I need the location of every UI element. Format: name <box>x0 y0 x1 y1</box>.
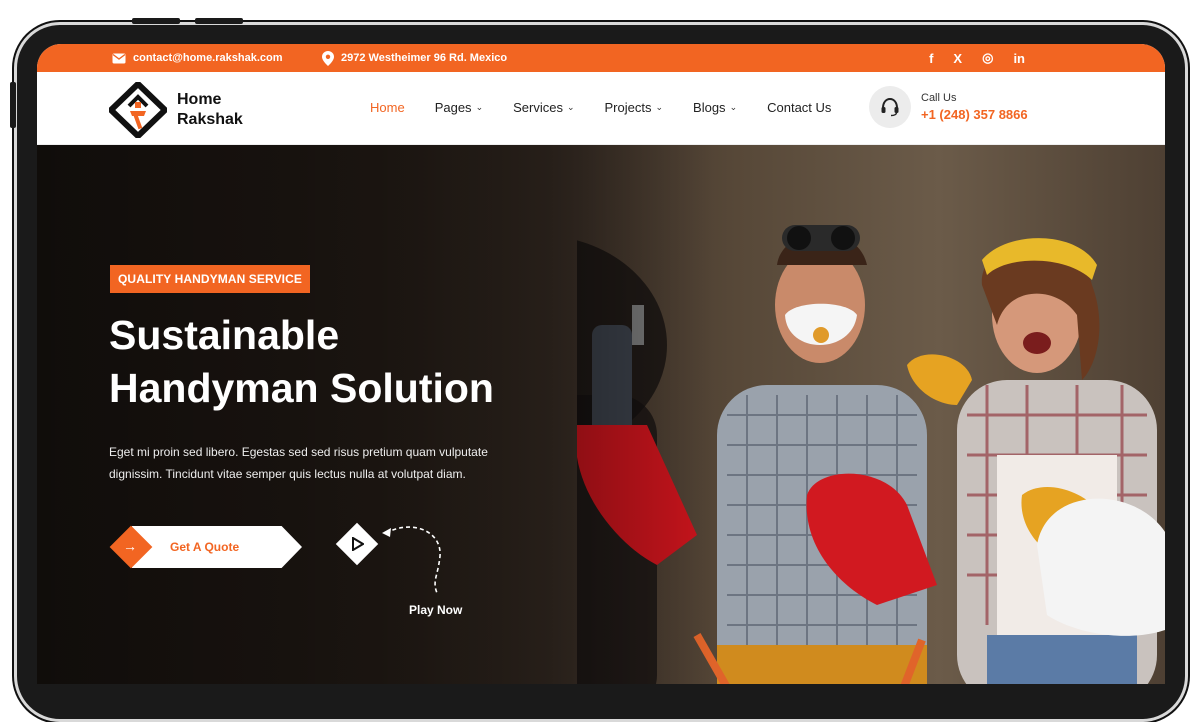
nav-item-services[interactable]: Services ⌄ <box>513 100 574 115</box>
screen: contact@home.rakshak.com 2972 Westheimer… <box>37 44 1165 684</box>
topbar-email[interactable]: contact@home.rakshak.com <box>112 52 283 64</box>
call-phone[interactable]: +1 (248) 357 8866 <box>921 107 1028 122</box>
nav-item-contact[interactable]: Contact Us <box>767 100 831 115</box>
hero-title-line-2: Handyman Solution <box>109 365 494 411</box>
hero-title: Sustainable Handyman Solution <box>109 309 609 415</box>
topbar-address[interactable]: 2972 Westheimer 96 Rd. Mexico <box>322 50 508 66</box>
chevron-down-icon: ⌄ <box>475 102 484 112</box>
hero-description: Eget mi proin sed libero. Egestas sed se… <box>109 441 529 485</box>
chevron-down-icon: ⌄ <box>566 102 575 112</box>
linkedin-icon[interactable]: in <box>1013 51 1025 66</box>
nav-label: Blogs <box>693 100 726 115</box>
hero-section: QUALITY HANDYMAN SERVICE Sustainable Han… <box>37 145 1165 684</box>
main-navbar: Home Rakshak Home Pages ⌄ Services ⌄ Proje… <box>37 72 1165 145</box>
power-button <box>10 82 16 128</box>
nav-item-projects[interactable]: Projects ⌄ <box>605 100 664 115</box>
volume-button <box>195 18 243 24</box>
top-bar: contact@home.rakshak.com 2972 Westheimer… <box>37 44 1165 72</box>
nav-label: Services <box>513 100 563 115</box>
x-icon[interactable]: X <box>953 51 962 66</box>
call-label: Call Us <box>921 92 957 104</box>
brand-line-1: Home <box>177 91 222 108</box>
chevron-down-icon: ⌄ <box>729 102 738 112</box>
headset-icon <box>869 86 911 128</box>
logo[interactable]: Home Rakshak <box>109 82 243 138</box>
curved-arrow-icon <box>382 526 441 594</box>
arrow-right-icon: → <box>123 538 137 554</box>
location-pin-icon <box>322 50 334 66</box>
quote-label: Get A Quote <box>132 526 302 568</box>
brand-line-2: Rakshak <box>177 111 243 128</box>
facebook-icon[interactable]: f <box>929 51 933 66</box>
house-hammer-logo-icon <box>109 82 167 138</box>
play-icon <box>352 537 364 551</box>
get-a-quote-button[interactable]: Get A Quote → <box>109 525 305 569</box>
nav-label: Contact Us <box>767 100 832 115</box>
hero-title-line-1: Sustainable <box>109 312 340 358</box>
nav-item-pages[interactable]: Pages ⌄ <box>435 100 483 115</box>
call-us[interactable]: Call Us +1 (248) 357 8866 <box>869 86 1028 128</box>
social-links: f X ◎ in <box>929 50 1025 66</box>
instagram-icon[interactable]: ◎ <box>982 50 993 66</box>
chevron-down-icon: ⌄ <box>655 102 664 112</box>
email-text: contact@home.rakshak.com <box>133 52 283 64</box>
nav-label: Pages <box>434 100 472 115</box>
hero-desc-line-2: dignissim. Tincidunt vitae semper quis l… <box>109 467 466 481</box>
volume-button <box>132 18 180 24</box>
main-menu: Home Pages ⌄ Services ⌄ Projects ⌄ Blogs ⌄ C… <box>370 100 831 115</box>
hero-desc-line-1: Eget mi proin sed libero. Egestas sed se… <box>109 445 488 459</box>
nav-item-blogs[interactable]: Blogs ⌄ <box>693 100 737 115</box>
mail-icon <box>112 53 126 63</box>
address-text: 2972 Westheimer 96 Rd. Mexico <box>341 52 508 64</box>
nav-label: Projects <box>604 100 652 115</box>
nav-label: Home <box>370 100 405 115</box>
nav-item-home[interactable]: Home <box>370 100 405 115</box>
hero-badge: QUALITY HANDYMAN SERVICE <box>110 265 310 293</box>
play-now-label: Play Now <box>409 603 463 617</box>
